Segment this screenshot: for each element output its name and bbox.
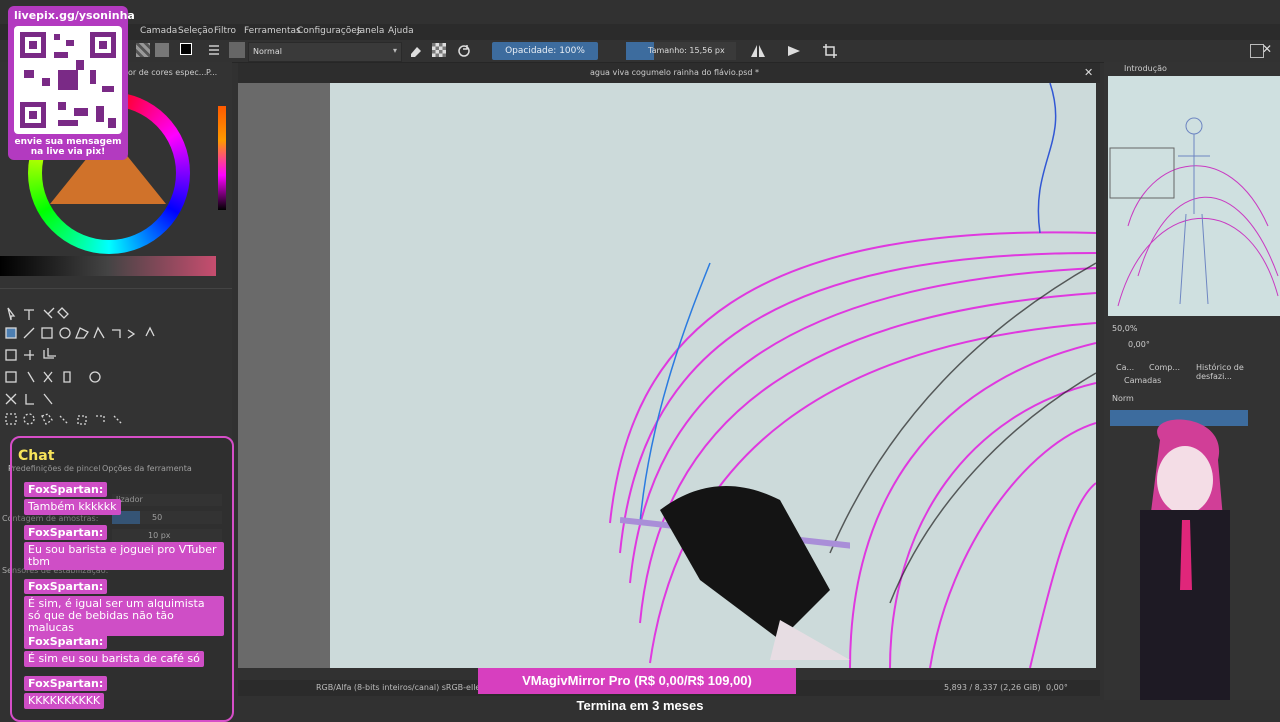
chevron-down-icon: ▾	[392, 46, 397, 55]
chat-message: É sim, é igual ser um alquimista só que …	[24, 596, 224, 636]
tab-undo-history[interactable]: Histórico de desfazi...	[1196, 363, 1280, 381]
qr-code-image	[14, 26, 122, 134]
zoom-value[interactable]: 50,0%	[1112, 324, 1137, 333]
stream-chat-box: Chat FoxSpartan: Também kkkkkk FoxSparta…	[10, 436, 234, 722]
chat-username: FoxSpartan:	[24, 482, 108, 497]
wrap-around-icon[interactable]	[822, 43, 838, 59]
overview-thumbnail[interactable]	[1108, 76, 1280, 316]
memory-status: 5,893 / 8,337 (2,26 GiB)	[944, 683, 1041, 692]
close-window-icon[interactable]: ✕	[1262, 42, 1272, 56]
palette-tab[interactable]: P...	[206, 68, 217, 77]
document-tab-bar: agua viva cogumelo rainha do flávio.psd …	[238, 63, 1100, 83]
subscription-ad-banner: VMagivMirror Pro (R$ 0,00/R$ 109,00)	[478, 668, 796, 694]
pix-donation-card: livepix.gg/ysoninha envie sua mensagem n…	[8, 6, 135, 160]
opacity-slider[interactable]: Opacidade: 100%	[492, 42, 598, 60]
close-document-icon[interactable]: ✕	[1084, 66, 1093, 79]
chat-title: Chat	[18, 448, 55, 464]
menu-window[interactable]: Janela	[357, 26, 384, 36]
menu-tools[interactable]: Ferramentas	[244, 26, 301, 36]
eraser-icon[interactable]	[408, 43, 424, 59]
menu-filter[interactable]: Filtro	[214, 26, 236, 36]
menu-bar: Camada Seleção Filtro Ferramentas Config…	[0, 24, 1280, 40]
avatar-hand	[619, 480, 891, 660]
chat-username: FoxSpartan:	[24, 634, 108, 649]
opacity-label: Opacidade: 100%	[505, 46, 585, 56]
chat-message: Eu sou barista e joguei pro VTuber tbm	[24, 542, 224, 570]
subscription-ad-subtitle: Termina em 3 meses	[576, 698, 704, 713]
gradient-icon[interactable]	[155, 43, 169, 57]
alpha-lock-icon[interactable]	[432, 43, 446, 57]
color-history-bar[interactable]	[0, 256, 216, 276]
size-slider[interactable]: Tamanho: 15,56 px	[626, 42, 736, 60]
tab-brush[interactable]: Ca...	[1116, 363, 1134, 372]
chat-username: FoxSpartan:	[24, 676, 108, 691]
toolbox	[4, 306, 174, 436]
brush-preset-icon[interactable]	[229, 42, 245, 58]
brush-settings-icon[interactable]	[208, 44, 220, 56]
mirror-vertical-icon[interactable]	[786, 43, 802, 59]
blend-mode-dropdown[interactable]: Normal ▾	[248, 42, 402, 62]
rotation-value[interactable]: 0,00°	[1128, 340, 1150, 349]
tool-options-toolbar: Normal ▾ Opacidade: 100% Tamanho: 15,56 …	[0, 40, 1280, 63]
chat-message: Também kkkkkk	[24, 499, 121, 515]
chat-message: É sim eu sou barista de café só	[24, 651, 204, 667]
chat-username: FoxSpartan:	[24, 579, 108, 594]
chat-username: FoxSpartan:	[24, 525, 108, 540]
pix-url: livepix.gg/ysoninha	[14, 9, 135, 22]
color-selector-tab[interactable]: or de cores espec...	[128, 68, 206, 77]
mirror-horizontal-icon[interactable]	[750, 43, 766, 59]
vtuber-avatar	[1100, 400, 1276, 700]
tab-compositions[interactable]: Comp...	[1149, 363, 1180, 372]
menu-settings[interactable]: Configurações	[297, 26, 361, 36]
panel-divider	[0, 288, 232, 303]
color-space-status: RGB/Alfa (8-bits inteiros/canal) sRGB-el…	[316, 683, 494, 692]
foreground-color-icon[interactable]	[180, 43, 192, 55]
blend-mode-value: Normal	[253, 47, 282, 56]
layers-title: Camadas	[1124, 376, 1162, 385]
pix-caption: envie sua mensagem na live via pix!	[14, 137, 122, 157]
recent-colors-strip[interactable]	[218, 106, 226, 210]
document-tab-title[interactable]: agua viva cogumelo rainha do flávio.psd …	[590, 68, 759, 77]
size-label: Tamanho: 15,56 px	[648, 46, 725, 55]
pattern-icon[interactable]	[136, 43, 150, 57]
menu-help[interactable]: Ajuda	[388, 26, 414, 36]
menu-layer[interactable]: Camada	[140, 26, 177, 36]
overview-title: Introdução	[1124, 64, 1167, 73]
reload-preset-icon[interactable]	[456, 43, 472, 59]
rotation-status: 0,00°	[1046, 683, 1068, 692]
menu-select[interactable]: Seleção	[178, 26, 213, 36]
